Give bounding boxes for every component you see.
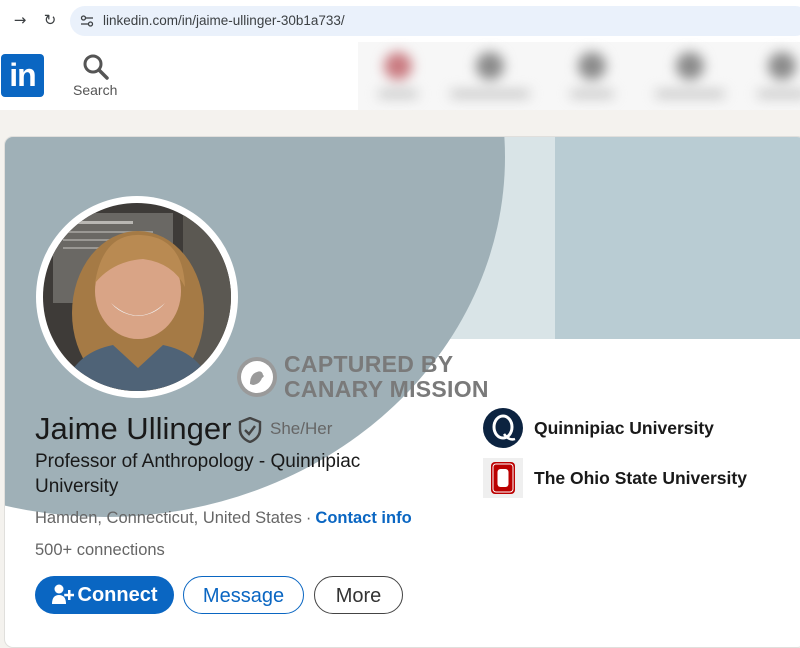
profile-card: CAPTURED BY CANARY MISSION Jaime Ullinge…: [5, 137, 800, 647]
site-settings-icon[interactable]: [80, 14, 94, 28]
nav-item-blurred: [570, 52, 614, 98]
canary-mission-icon: [237, 357, 277, 397]
ohio-state-logo: [483, 458, 523, 498]
location-line: Hamden, Connecticut, United States · Conta…: [35, 509, 412, 528]
separator: ·: [305, 509, 312, 527]
watermark-line1: CAPTURED BY: [284, 351, 454, 377]
reload-icon[interactable]: ↻: [40, 10, 60, 30]
profile-name: Jaime Ullinger: [35, 411, 232, 446]
quinnipiac-logo: [483, 408, 523, 448]
pronouns: She/Her: [270, 419, 333, 438]
search-label[interactable]: Search: [73, 82, 117, 98]
education-name: The Ohio State University: [534, 468, 747, 488]
contact-info-link[interactable]: Contact info: [315, 509, 411, 527]
message-button[interactable]: Message: [183, 576, 304, 614]
education-item-ohio-state[interactable]: The Ohio State University: [483, 458, 800, 500]
profile-photo[interactable]: [43, 203, 231, 391]
nav-item-blurred: [450, 52, 530, 98]
profile-headline: Professor of Anthropology - Quinnipiac U…: [35, 451, 361, 497]
watermark-text: CAPTURED BY CANARY MISSION: [284, 352, 489, 402]
education-name: Quinnipiac University: [534, 418, 714, 438]
location-text: Hamden, Connecticut, United States: [35, 509, 302, 527]
forward-arrow-icon[interactable]: →: [10, 10, 30, 30]
add-person-icon: [51, 584, 74, 604]
search-icon[interactable]: [82, 53, 110, 81]
linkedin-logo[interactable]: in: [1, 54, 44, 97]
connect-button[interactable]: Connect: [35, 576, 174, 614]
watermark-line2: CANARY MISSION: [284, 376, 489, 402]
nav-item-blurred: [378, 52, 418, 98]
url-text[interactable]: linkedin.com/in/jaime-ullinger-30b1a733/: [103, 13, 345, 28]
connect-label: Connect: [77, 584, 158, 606]
nav-item-blurred: [757, 52, 800, 98]
verified-shield-icon[interactable]: [238, 417, 262, 443]
connections-count[interactable]: 500+ connections: [35, 541, 165, 560]
browser-toolbar: → ↻ linkedin.com/in/jaime-ullinger-30b1a…: [0, 0, 800, 43]
more-button[interactable]: More: [314, 576, 403, 614]
nav-item-blurred: [655, 52, 725, 98]
education-item-quinnipiac[interactable]: Quinnipiac University: [483, 408, 800, 450]
